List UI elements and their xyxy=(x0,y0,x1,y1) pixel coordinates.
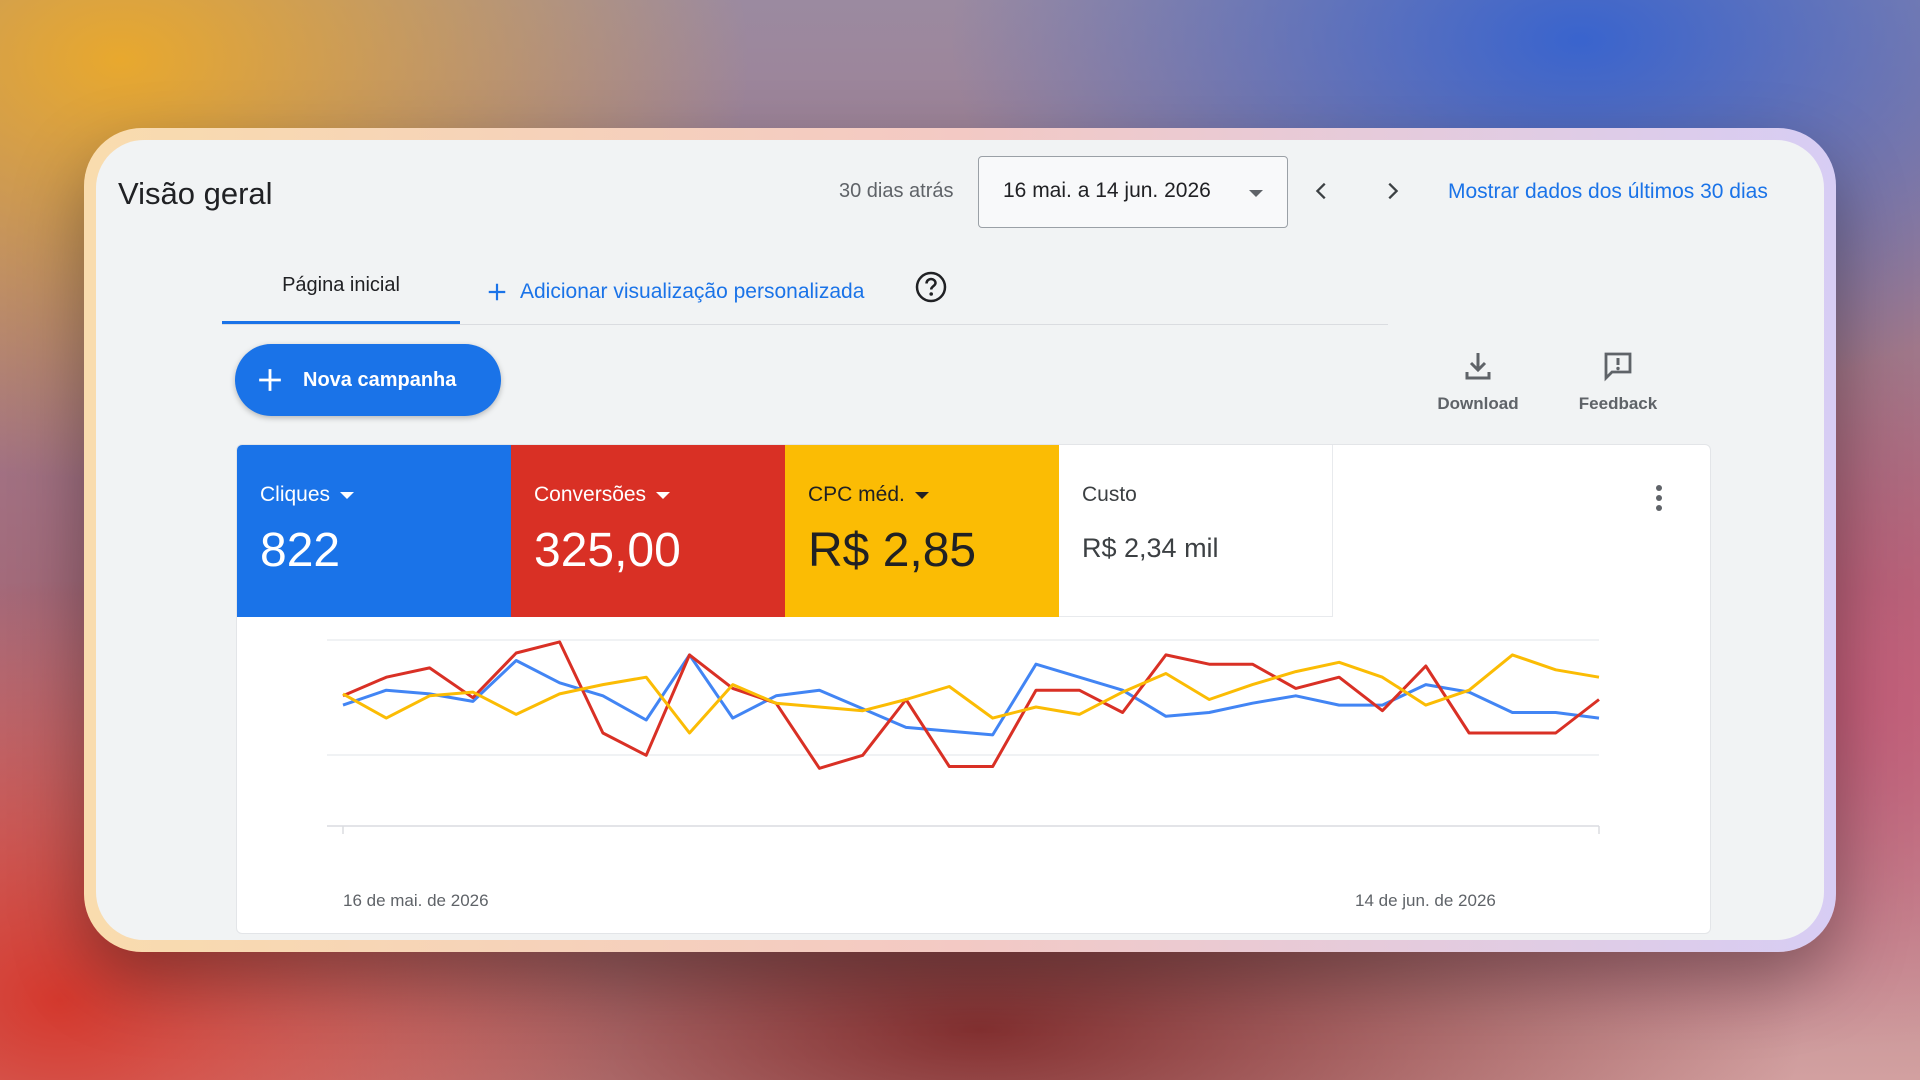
x-axis-start-label: 16 de mai. de 2026 xyxy=(343,891,489,910)
plus-icon xyxy=(259,369,281,391)
tab-home[interactable]: Página inicial xyxy=(222,274,460,324)
metric-clicks-label: Cliques xyxy=(260,483,331,506)
download-label: Download xyxy=(1437,394,1519,413)
metric-clicks-value: 822 xyxy=(260,524,341,577)
next-period-button[interactable] xyxy=(1371,170,1413,212)
caret-down-icon xyxy=(656,491,671,499)
performance-card: Cliques 822 Conversões 325,00 CPC méd. R… xyxy=(236,444,1711,934)
caret-down-icon xyxy=(914,491,929,499)
show-last-30-days-link[interactable]: Mostrar dados dos últimos 30 dias xyxy=(1448,180,1768,204)
add-custom-view-button[interactable]: Adicionar visualização personalizada xyxy=(486,272,864,312)
metric-cost[interactable]: Custo R$ 2,34 mil xyxy=(1059,445,1333,617)
series-avg-cpc-line xyxy=(342,653,1600,735)
metric-conversions-label: Conversões xyxy=(534,483,647,506)
tabs-divider xyxy=(222,324,1388,325)
metric-clicks[interactable]: Cliques 822 xyxy=(237,445,511,617)
x-axis-end-label: 14 de jun. de 2026 xyxy=(1355,891,1496,910)
more-options-icon[interactable] xyxy=(1647,481,1671,515)
metric-cost-label: Custo xyxy=(1082,483,1137,506)
caret-down-icon xyxy=(340,491,355,499)
metric-avg-cpc[interactable]: CPC méd. R$ 2,85 xyxy=(785,445,1059,617)
date-range-value: 16 mai. a 14 jun. 2026 xyxy=(1003,179,1211,202)
date-range-select[interactable]: 16 mai. a 14 jun. 2026 xyxy=(978,156,1288,228)
download-button[interactable]: Download xyxy=(1423,346,1533,414)
feedback-button[interactable]: Feedback xyxy=(1563,346,1673,414)
metric-conversions[interactable]: Conversões 325,00 xyxy=(511,445,785,617)
previous-period-button[interactable] xyxy=(1301,170,1343,212)
add-custom-view-label: Adicionar visualização personalizada xyxy=(520,280,865,303)
chevron-right-icon xyxy=(1388,182,1399,200)
help-icon[interactable] xyxy=(914,270,948,304)
new-campaign-label: Nova campanha xyxy=(303,368,457,391)
feedback-icon xyxy=(1604,352,1632,382)
overview-panel: Visão geral 30 dias atrás 16 mai. a 14 j… xyxy=(96,140,1824,940)
new-campaign-button[interactable]: Nova campanha xyxy=(235,344,501,416)
metric-conversions-value: 325,00 xyxy=(534,524,681,577)
series-conversions-line xyxy=(342,640,1600,770)
page-title: Visão geral xyxy=(118,176,273,211)
tab-home-label: Página inicial xyxy=(282,274,400,296)
metric-avg-cpc-label: CPC méd. xyxy=(808,483,905,506)
performance-line-chart xyxy=(327,639,1600,834)
caret-down-icon xyxy=(1249,190,1263,197)
download-icon xyxy=(1465,353,1491,380)
metric-cost-value: R$ 2,34 mil xyxy=(1082,533,1219,563)
chevron-left-icon xyxy=(1315,182,1326,200)
date-range-caption: 30 dias atrás xyxy=(839,180,954,202)
plus-icon xyxy=(488,283,506,301)
feedback-label: Feedback xyxy=(1578,394,1658,413)
metric-avg-cpc-value: R$ 2,85 xyxy=(808,524,977,577)
